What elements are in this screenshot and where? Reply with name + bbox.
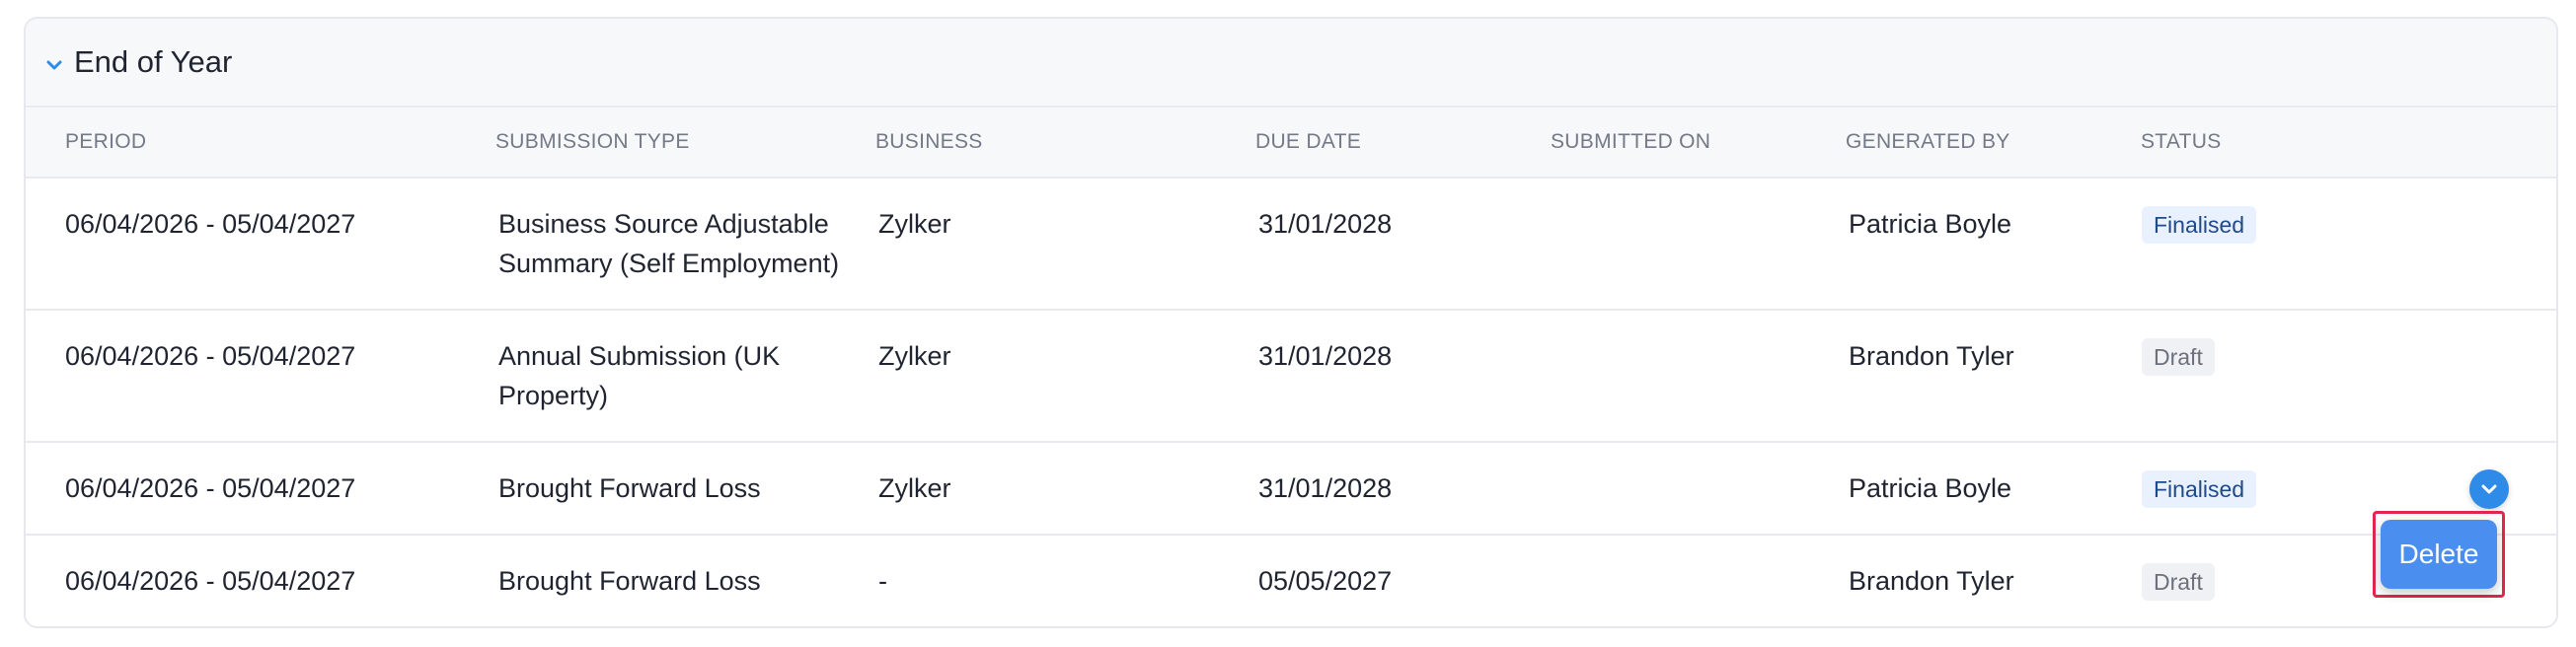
cell-period: 06/04/2026 - 05/04/2027 [65, 341, 356, 371]
cell-submission-type-line1: Brought Forward Loss [498, 473, 761, 503]
end-of-year-card: End of Year PERIOD SUBMISSION TYPE BUSIN… [24, 17, 2558, 628]
status-badge: Draft [2142, 563, 2215, 601]
header-due-date: DUE DATE [1255, 130, 1362, 153]
cell-generated-by: Brandon Tyler [1849, 566, 2014, 596]
cell-generated-by: Brandon Tyler [1849, 341, 2014, 371]
header-status: STATUS [2141, 130, 2222, 153]
chevron-down-icon[interactable] [43, 54, 65, 76]
cell-due-date: 31/01/2028 [1258, 341, 1393, 371]
cell-submission-type-line2: Summary (Self Employment) [498, 249, 840, 278]
cell-submission-type-line1: Annual Submission (UK [498, 341, 781, 371]
header-submitted-on: SUBMITTED ON [1551, 130, 1711, 153]
cell-submission-type-line1: Business Source Adjustable [498, 209, 829, 239]
table-row[interactable]: 06/04/2026 - 05/04/2027 Brought Forward … [26, 536, 2556, 626]
cell-period: 06/04/2026 - 05/04/2027 [65, 209, 356, 239]
table-header: PERIOD SUBMISSION TYPE BUSINESS DUE DATE… [26, 108, 2556, 179]
header-period: PERIOD [65, 130, 147, 153]
status-badge: Draft [2142, 338, 2215, 376]
section-header[interactable]: End of Year [26, 19, 2556, 108]
delete-button[interactable]: Delete [2381, 520, 2497, 589]
cell-period: 06/04/2026 - 05/04/2027 [65, 566, 356, 596]
table-row[interactable]: 06/04/2026 - 05/04/2027 Annual Submissio… [26, 311, 2556, 443]
cell-generated-by: Patricia Boyle [1849, 209, 2012, 239]
cell-business: - [878, 566, 887, 596]
header-business: BUSINESS [875, 130, 983, 153]
cell-due-date: 31/01/2028 [1258, 209, 1393, 239]
status-badge: Finalised [2142, 470, 2257, 508]
chevron-down-icon [2481, 484, 2497, 494]
cell-submission-type-line2: Property) [498, 381, 609, 410]
header-generated-by: GENERATED BY [1846, 130, 2010, 153]
cell-business: Zylker [878, 209, 951, 239]
status-badge: Finalised [2142, 206, 2257, 244]
cell-period: 06/04/2026 - 05/04/2027 [65, 473, 356, 503]
row-actions-toggle[interactable] [2469, 469, 2509, 509]
cell-due-date: 31/01/2028 [1258, 473, 1393, 503]
table-row[interactable]: 06/04/2026 - 05/04/2027 Brought Forward … [26, 443, 2556, 536]
header-submission-type: SUBMISSION TYPE [495, 130, 690, 153]
cell-due-date: 05/05/2027 [1258, 566, 1393, 596]
cell-submission-type-line1: Brought Forward Loss [498, 566, 761, 596]
section-title: End of Year [74, 44, 233, 79]
cell-generated-by: Patricia Boyle [1849, 473, 2012, 503]
table-row[interactable]: 06/04/2026 - 05/04/2027 Business Source … [26, 179, 2556, 311]
cell-business: Zylker [878, 341, 951, 371]
cell-business: Zylker [878, 473, 951, 503]
